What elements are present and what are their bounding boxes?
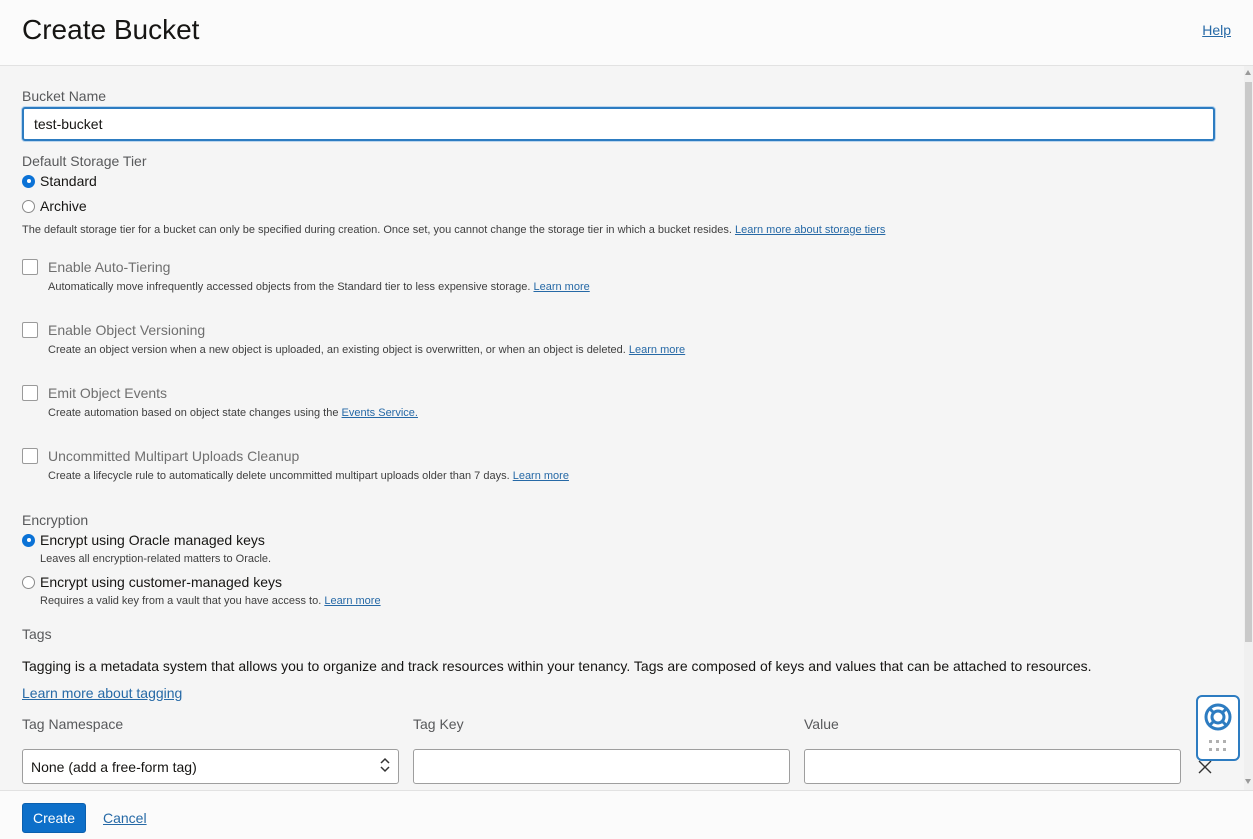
multipart-cleanup-checkbox[interactable]: [22, 448, 38, 464]
auto-tiering-checkbox[interactable]: [22, 259, 38, 275]
page-header: Create Bucket Help: [0, 0, 1253, 66]
tag-namespace-selected-value: None (add a free-form tag): [31, 758, 197, 775]
radio-archive-label: Archive: [40, 198, 87, 214]
versioning-desc-text: Create an object version when a new obje…: [48, 344, 626, 356]
storage-tier-standard-option[interactable]: Standard: [22, 172, 97, 190]
auto-tiering-desc: Automatically move infrequently accessed…: [48, 281, 590, 293]
encryption-customer-option[interactable]: Encrypt using customer-managed keys: [22, 573, 282, 591]
oracle-keys-desc: Leaves all encryption-related matters to…: [40, 553, 272, 565]
versioning-learn-more-link[interactable]: Learn more: [629, 344, 685, 356]
encryption-oracle-option[interactable]: Encrypt using Oracle managed keys: [22, 531, 265, 549]
object-events-desc-text: Create automation based on object state …: [48, 407, 339, 419]
object-events-checkbox[interactable]: [22, 385, 38, 401]
auto-tiering-desc-text: Automatically move infrequently accessed…: [48, 281, 531, 293]
help-widget[interactable]: [1196, 695, 1240, 761]
bucket-name-label: Bucket Name: [22, 88, 107, 104]
scrollbar-thumb[interactable]: [1245, 82, 1252, 642]
storage-tier-note: The default storage tier for a bucket ca…: [22, 224, 885, 236]
versioning-desc: Create an object version when a new obje…: [48, 344, 685, 356]
scroll-up-arrow-icon[interactable]: [1245, 70, 1251, 75]
customer-keys-desc-text: Requires a valid key from a vault that y…: [40, 595, 322, 607]
radio-standard-label: Standard: [40, 173, 97, 189]
tag-key-input[interactable]: [413, 749, 790, 784]
tag-namespace-label: Tag Namespace: [22, 716, 124, 732]
tags-label: Tags: [22, 626, 52, 642]
create-button[interactable]: Create: [22, 803, 86, 833]
radio-customer-keys[interactable]: [22, 575, 35, 589]
tags-description: Tagging is a metadata system that allows…: [22, 658, 1092, 674]
storage-tier-label: Default Storage Tier: [22, 153, 147, 169]
cancel-button[interactable]: Cancel: [103, 810, 147, 826]
auto-tiering-label: Enable Auto-Tiering: [48, 259, 171, 275]
object-events-label: Emit Object Events: [48, 385, 168, 401]
multipart-cleanup-desc: Create a lifecycle rule to automatically…: [48, 470, 569, 482]
lifebuoy-icon: [1204, 703, 1232, 731]
page-title: Create Bucket: [22, 14, 200, 45]
encryption-label: Encryption: [22, 512, 89, 528]
scroll-down-arrow-icon[interactable]: [1245, 779, 1251, 784]
object-events-option[interactable]: Emit Object Events: [22, 385, 167, 401]
object-events-desc: Create automation based on object state …: [48, 407, 418, 419]
radio-customer-keys-label: Encrypt using customer-managed keys: [40, 574, 282, 590]
storage-tiers-learn-more-link[interactable]: Learn more about storage tiers: [735, 224, 885, 236]
multipart-cleanup-desc-text: Create a lifecycle rule to automatically…: [48, 470, 510, 482]
vertical-scrollbar[interactable]: [1244, 66, 1253, 790]
page-footer: Create Cancel: [0, 790, 1253, 839]
tag-key-label: Tag Key: [413, 716, 464, 732]
select-updown-chevron-icon: [380, 757, 390, 775]
radio-oracle-keys[interactable]: [22, 533, 35, 547]
versioning-option[interactable]: Enable Object Versioning: [22, 322, 205, 338]
multipart-cleanup-option[interactable]: Uncommitted Multipart Uploads Cleanup: [22, 448, 299, 464]
drag-handle-icon[interactable]: [1208, 739, 1228, 753]
help-link[interactable]: Help: [1202, 22, 1231, 38]
events-service-link[interactable]: Events Service.: [342, 407, 418, 419]
radio-oracle-keys-label: Encrypt using Oracle managed keys: [40, 532, 265, 548]
tag-value-input[interactable]: [804, 749, 1181, 784]
tagging-learn-more-link[interactable]: Learn more about tagging: [22, 685, 182, 701]
radio-standard[interactable]: [22, 174, 35, 188]
auto-tiering-option[interactable]: Enable Auto-Tiering: [22, 259, 170, 275]
radio-archive[interactable]: [22, 199, 35, 213]
versioning-label: Enable Object Versioning: [48, 322, 206, 338]
versioning-checkbox[interactable]: [22, 322, 38, 338]
tag-value-label: Value: [804, 716, 839, 732]
tag-namespace-select[interactable]: None (add a free-form tag): [22, 749, 399, 784]
auto-tiering-learn-more-link[interactable]: Learn more: [533, 281, 589, 293]
customer-keys-desc: Requires a valid key from a vault that y…: [40, 595, 381, 607]
storage-tier-archive-option[interactable]: Archive: [22, 197, 87, 215]
bucket-name-input[interactable]: [22, 107, 1215, 141]
multipart-cleanup-label: Uncommitted Multipart Uploads Cleanup: [48, 448, 300, 464]
customer-keys-learn-more-link[interactable]: Learn more: [324, 595, 380, 607]
multipart-cleanup-learn-more-link[interactable]: Learn more: [513, 470, 569, 482]
storage-tier-note-text: The default storage tier for a bucket ca…: [22, 224, 732, 236]
